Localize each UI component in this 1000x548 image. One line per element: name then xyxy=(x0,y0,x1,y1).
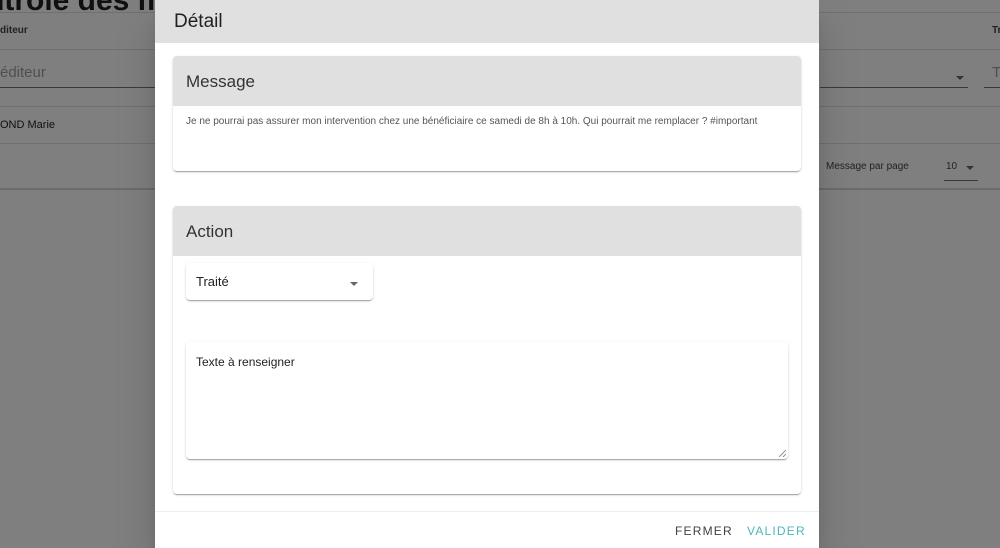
message-card: Message Je ne pourrai pas assurer mon in… xyxy=(173,56,801,171)
action-card-header: Action xyxy=(173,206,801,256)
action-card: Action Traité Texte à renseigner xyxy=(173,206,801,494)
status-select[interactable]: Traité xyxy=(186,263,373,300)
message-card-header: Message xyxy=(173,56,801,106)
resize-handle-icon[interactable] xyxy=(779,450,786,457)
dialog-actions-divider xyxy=(155,511,819,512)
dialog-title: Détail xyxy=(174,11,223,32)
chevron-down-icon xyxy=(350,282,358,286)
validate-button[interactable]: VALIDER xyxy=(747,524,806,538)
status-select-value: Traité xyxy=(196,274,229,289)
close-button[interactable]: FERMER xyxy=(675,524,733,538)
detail-dialog: Détail Message Je ne pourrai pas assurer… xyxy=(155,0,819,548)
dialog-header: Détail xyxy=(155,0,819,43)
message-card-title: Message xyxy=(186,72,255,91)
action-card-title: Action xyxy=(186,222,234,241)
comment-textarea-placeholder: Texte à renseigner xyxy=(196,355,295,369)
comment-textarea[interactable]: Texte à renseigner xyxy=(186,342,788,459)
message-text: Je ne pourrai pas assurer mon interventi… xyxy=(186,116,758,127)
